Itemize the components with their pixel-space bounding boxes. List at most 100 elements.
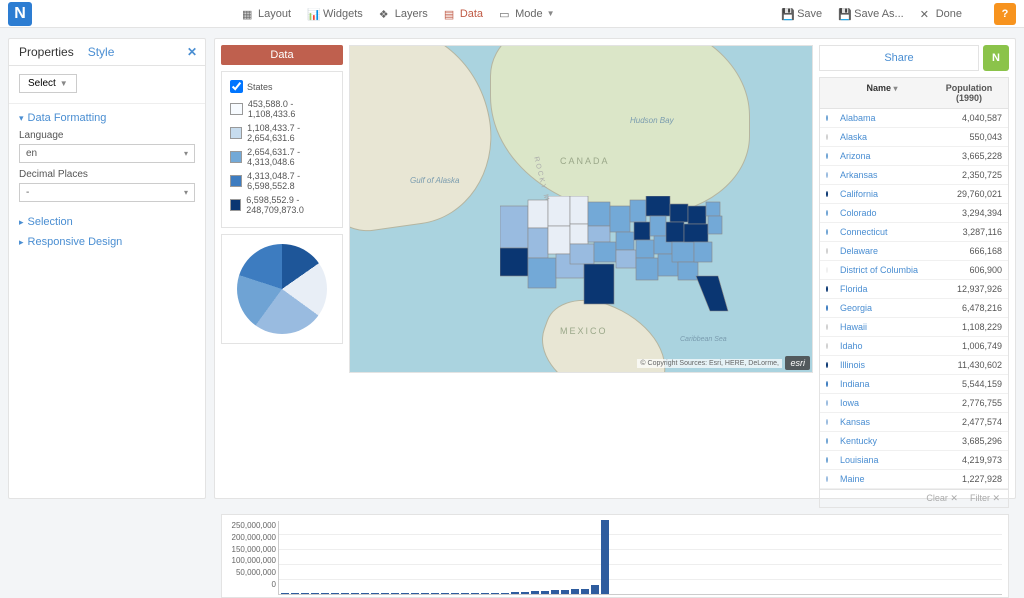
grid-icon: ▦ [242,8,254,20]
table-header-name[interactable]: Name ▾ [834,78,930,108]
table-row[interactable]: Hawaii1,108,229 [820,318,1008,337]
table-row[interactable]: Arkansas2,350,725 [820,166,1008,185]
bar [451,593,459,594]
brand-logo[interactable]: N [8,2,32,26]
table-clear[interactable]: Clear ✕ [926,493,958,504]
legend-item: 4,313,048.7 - 6,598,552.8 [230,171,334,191]
map-widget[interactable]: Population >> Population (1990) [349,45,813,373]
bar [471,593,479,594]
bar [361,593,369,594]
bar [551,590,559,594]
bar [581,589,589,594]
bar [441,593,449,594]
bar [491,593,499,594]
toolbar-mode[interactable]: ▭Mode▼ [499,8,554,20]
bar [321,593,329,594]
bar [311,593,319,594]
top-toolbar: N ▦Layout 📊Widgets ❖Layers ▤Data ▭Mode▼ … [0,0,1024,28]
toolbar-saveas[interactable]: 💾Save As... [838,8,904,20]
table-filter[interactable]: Filter ✕ [970,493,1000,504]
brand-small-icon[interactable]: N [983,45,1009,71]
bar [301,593,309,594]
bar [351,593,359,594]
share-button[interactable]: Share [819,45,979,71]
bar [341,593,349,594]
pie-widget[interactable] [221,234,343,344]
sort-icon: ▾ [894,84,898,93]
table-header-value[interactable]: Population (1990) [930,78,1008,108]
table-row[interactable]: Iowa2,776,755 [820,394,1008,413]
layers-icon: ❖ [379,8,391,20]
us-states [500,196,730,316]
esri-logo: esri [785,356,810,370]
data-table-widget[interactable]: Name ▾ Population (1990) Alabama4,040,58… [819,77,1009,508]
table-row[interactable]: Maine1,227,928 [820,470,1008,489]
toolbar-widgets[interactable]: 📊Widgets [307,8,363,20]
bar [431,593,439,594]
toolbar-save[interactable]: 💾Save [781,8,822,20]
layer-label: States [247,82,273,92]
legend-widget[interactable]: States 453,588.0 - 1,108,433.61,108,433.… [221,71,343,228]
bar [511,592,519,594]
table-row[interactable]: Kansas2,477,574 [820,413,1008,432]
main-area: Properties Style ✕ Select▼ Data Formatti… [0,28,1024,509]
bar [461,593,469,594]
legend-item: 2,654,631.7 - 4,313,048.6 [230,147,334,167]
help-button[interactable]: ? [994,3,1016,25]
language-label: Language [19,130,195,141]
toolbar-layers[interactable]: ❖Layers [379,8,428,20]
bar [531,591,539,594]
tab-properties[interactable]: Properties [19,45,74,65]
layer-checkbox[interactable] [230,80,243,93]
bar [331,593,339,594]
table-row[interactable]: Idaho1,006,749 [820,337,1008,356]
map-attribution: © Copyright Sources: Esri, HERE, DeLorme… [637,359,782,368]
save-icon: 💾 [781,8,793,20]
select-dropdown[interactable]: Select▼ [19,74,77,93]
chart-icon: 📊 [307,8,319,20]
bar [391,593,399,594]
table-row[interactable]: Colorado3,294,394 [820,204,1008,223]
table-row[interactable]: Alabama4,040,587 [820,109,1008,128]
language-select[interactable]: en [19,144,195,163]
toolbar-done[interactable]: ✕Done [920,8,962,20]
table-row[interactable]: District of Columbia606,900 [820,261,1008,280]
bar [601,520,609,594]
table-row[interactable]: California29,760,021 [820,185,1008,204]
bar [481,593,489,594]
table-row[interactable]: Florida12,937,926 [820,280,1008,299]
table-row[interactable]: Louisiana4,219,973 [820,451,1008,470]
bar [291,593,299,594]
table-row[interactable]: Delaware666,168 [820,242,1008,261]
table-row[interactable]: Kentucky3,685,296 [820,432,1008,451]
label-gulf-ak: Gulf of Alaska [410,176,460,185]
barchart-y-axis: 250,000,000200,000,000150,000,000100,000… [226,521,276,589]
decimal-select[interactable]: - [19,183,195,202]
table-row[interactable]: Connecticut3,287,116 [820,223,1008,242]
table-row[interactable]: Alaska550,043 [820,128,1008,147]
section-responsive[interactable]: Responsive Design [19,236,195,248]
table-row[interactable]: Illinois11,430,602 [820,356,1008,375]
legend-item: 453,588.0 - 1,108,433.6 [230,99,334,119]
table-row[interactable]: Arizona3,665,228 [820,147,1008,166]
close-icon: ✕ [920,8,932,20]
bar [561,590,569,594]
section-selection[interactable]: Selection [19,216,195,228]
bar [541,591,549,594]
table-row[interactable]: Georgia6,478,216 [820,299,1008,318]
section-data-formatting[interactable]: Data Formatting [19,112,195,124]
legend-item: 6,598,552.9 - 248,709,873.0 [230,195,334,215]
bar [401,593,409,594]
toolbar-layout[interactable]: ▦Layout [242,8,291,20]
panel-close-icon[interactable]: ✕ [187,45,197,59]
label-canada: CANADA [560,156,610,166]
label-mexico: MEXICO [560,326,608,336]
bar [521,592,529,594]
barchart-widget[interactable]: 250,000,000200,000,000150,000,000100,000… [221,514,1009,598]
canada-land [490,45,750,216]
table-row[interactable]: Indiana5,544,159 [820,375,1008,394]
tab-style[interactable]: Style [88,45,115,65]
data-header[interactable]: Data [221,45,343,65]
toolbar-data[interactable]: ▤Data [444,8,483,20]
bar [381,593,389,594]
